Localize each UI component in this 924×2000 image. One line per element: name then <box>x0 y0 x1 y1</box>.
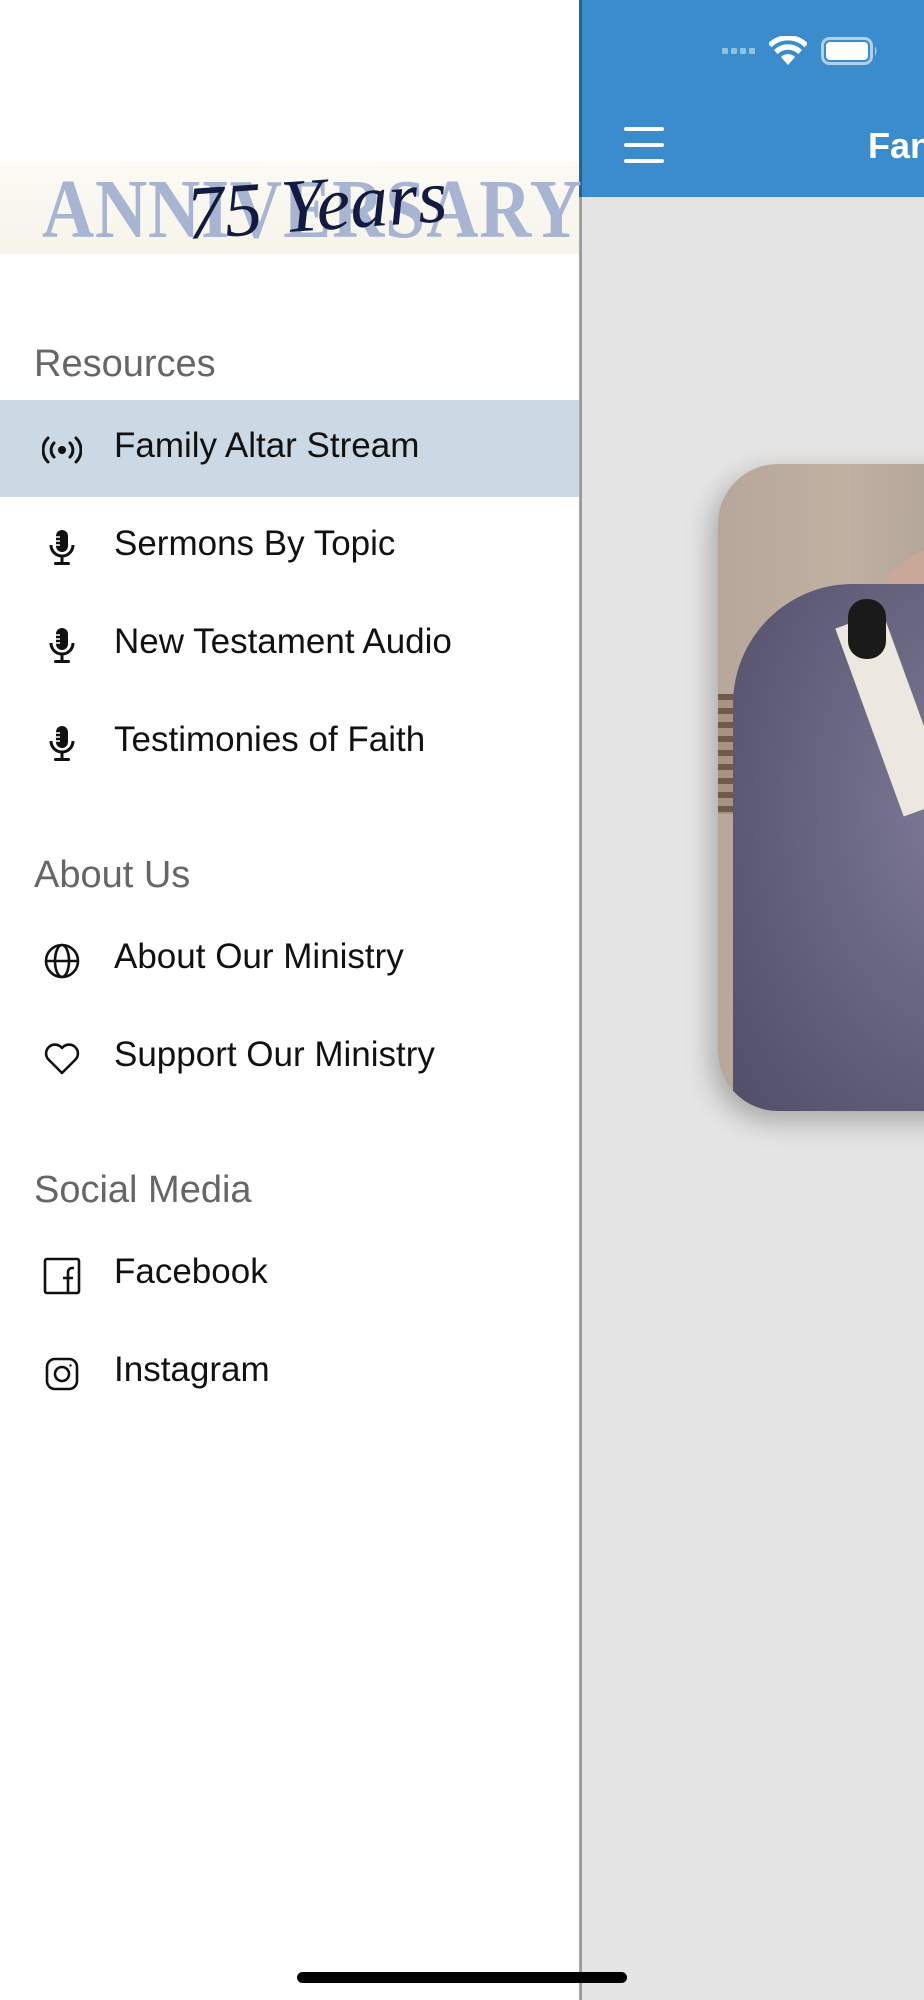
menu-item-sermons-by-topic[interactable]: Sermons By Topic <box>0 498 579 595</box>
wifi-icon <box>769 36 807 65</box>
menu-item-instagram[interactable]: Instagram <box>0 1324 579 1421</box>
facebook-icon <box>42 1256 82 1296</box>
microphone-icon <box>42 626 82 666</box>
globe-icon <box>42 941 82 981</box>
menu-item-label: New Testament Audio <box>114 622 452 661</box>
menu-item-label: About Our Ministry <box>114 937 404 976</box>
status-bar <box>722 34 879 68</box>
menu-item-support-our-ministry[interactable]: Support Our Ministry <box>0 1009 579 1106</box>
instagram-icon <box>42 1354 82 1394</box>
hamburger-menu-icon[interactable] <box>624 127 666 163</box>
microphone-icon <box>42 724 82 764</box>
menu-item-label: Facebook <box>114 1252 268 1291</box>
menu-item-facebook[interactable]: Facebook <box>0 1226 579 1323</box>
header-title: Fan <box>868 125 924 166</box>
menu-item-label: Testimonies of Faith <box>114 720 426 759</box>
menu-item-label: Sermons By Topic <box>114 524 396 563</box>
menu-item-about-our-ministry[interactable]: About Our Ministry <box>0 911 579 1008</box>
navigation-drawer: ANNIVERSARY 75 Years Resources Family Al… <box>0 0 582 2000</box>
cellular-signal-icon <box>722 48 755 54</box>
menu-item-label: Support Our Ministry <box>114 1035 435 1074</box>
battery-icon <box>821 37 877 65</box>
menu-item-new-testament-audio[interactable]: New Testament Audio <box>0 596 579 693</box>
menu-item-testimonies-of-faith[interactable]: Testimonies of Faith <box>0 694 579 791</box>
broadcast-icon <box>42 430 82 470</box>
section-header-resources: Resources <box>34 343 216 385</box>
menu-item-label: Instagram <box>114 1350 270 1389</box>
main-screen: Fan <box>578 0 924 2000</box>
microphone-icon <box>42 528 82 568</box>
section-header-social-media: Social Media <box>34 1169 252 1211</box>
section-header-about-us: About Us <box>34 854 191 896</box>
heart-icon <box>42 1039 82 1079</box>
featured-photo[interactable] <box>718 464 924 1111</box>
logo-script: 75 Years <box>183 153 450 257</box>
home-indicator[interactable] <box>297 1972 627 1983</box>
menu-item-family-altar-stream[interactable]: Family Altar Stream <box>0 400 579 497</box>
menu-item-label: Family Altar Stream <box>114 426 420 465</box>
app-header: Fan <box>578 0 924 197</box>
